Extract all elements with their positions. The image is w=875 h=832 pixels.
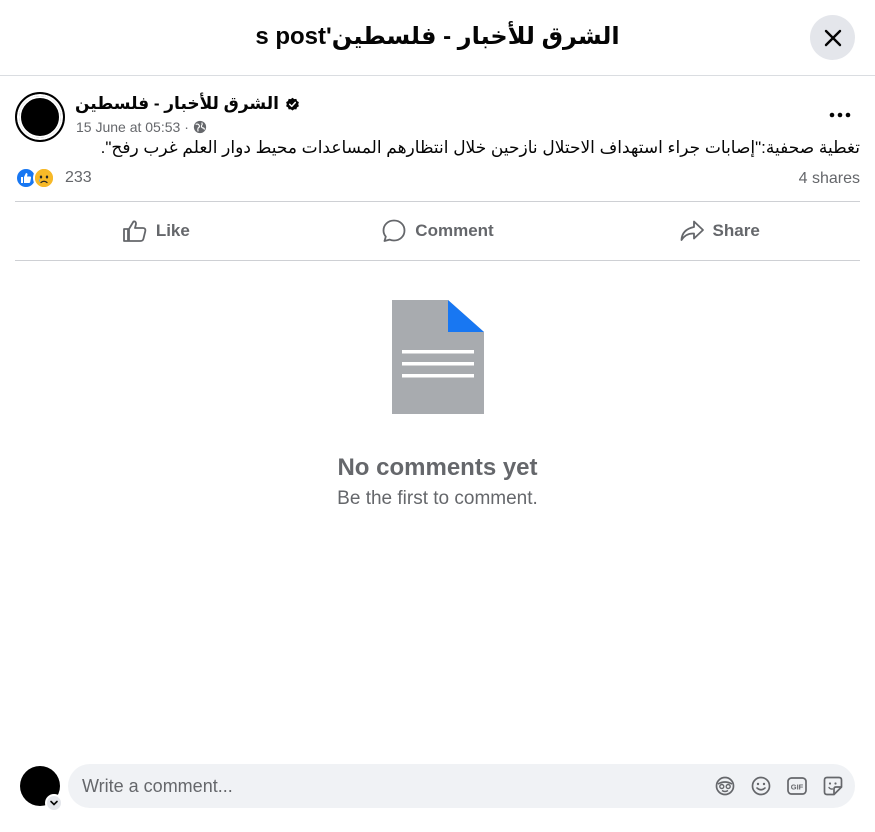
globe-icon [193, 120, 206, 134]
more-dots-icon [829, 112, 851, 118]
page-avatar[interactable] [15, 92, 65, 142]
reaction-count: 233 [65, 169, 92, 186]
avatar-sticker-icon[interactable] [713, 774, 737, 798]
sticker-icon[interactable] [821, 774, 845, 798]
verified-badge-icon [286, 97, 299, 110]
comment-input[interactable] [82, 764, 702, 808]
close-icon [824, 29, 841, 46]
share-label: Share [712, 221, 760, 240]
comment-composer: GIF [20, 764, 855, 812]
post-text: تغطية صحفية:"إصابات جراء استهداف الاحتلا… [100, 138, 860, 157]
author-name[interactable]: الشرق للأخبار - فلسطين [75, 94, 279, 114]
comment-bubble-icon [382, 219, 406, 242]
chevron-down-icon [50, 800, 58, 806]
share-count[interactable]: 4 shares [799, 170, 860, 188]
emoji-icon[interactable] [749, 774, 773, 798]
post-header: الشرق للأخبار - فلسطين 15 June at 05:53 … [15, 92, 860, 142]
author-name-wrap: الشرق للأخبار - فلسطين [75, 94, 300, 114]
no-comments-state: No comments yet Be the first to comment. [0, 300, 875, 510]
share-button[interactable]: Share [578, 202, 860, 260]
svg-text:GIF: GIF [791, 782, 804, 791]
dialog-title: الشرق للأخبار - فلسطين's post [255, 23, 620, 50]
document-icon [391, 300, 484, 414]
reactions-summary[interactable]: 233 [15, 167, 92, 189]
comment-button[interactable]: Comment [297, 202, 579, 260]
post-meta: 15 June at 05:53 · [76, 119, 207, 135]
thumbs-up-icon [122, 220, 147, 242]
gif-icon[interactable]: GIF [785, 774, 809, 798]
post-stats: 233 4 shares [15, 166, 860, 194]
composer-tools: GIF [713, 774, 845, 798]
comment-box: GIF [68, 764, 855, 808]
empty-subtitle: Be the first to comment. [337, 488, 538, 509]
like-button[interactable]: Like [15, 202, 297, 260]
share-arrow-icon [680, 220, 704, 241]
profile-switch-button[interactable] [45, 794, 63, 812]
empty-title: No comments yet [337, 454, 538, 481]
comment-label: Comment [415, 221, 494, 240]
close-button[interactable] [810, 15, 855, 60]
post-actions: Like Comment Share [15, 201, 860, 261]
like-label: Like [155, 221, 190, 240]
dialog-header: الشرق للأخبار - فلسطين's post [0, 0, 875, 76]
sad-icon [33, 167, 55, 189]
post-timestamp[interactable]: 15 June at 05:53 · [76, 119, 189, 135]
more-options-button[interactable] [820, 100, 860, 130]
